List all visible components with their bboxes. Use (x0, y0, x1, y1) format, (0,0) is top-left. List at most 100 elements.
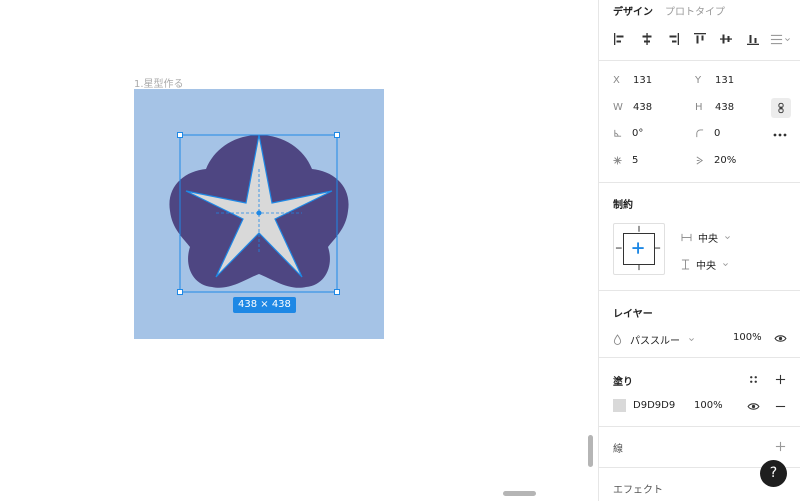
x-value[interactable]: 131 (633, 75, 652, 86)
width-field[interactable]: W 438 (613, 102, 652, 113)
add-fill-button[interactable] (773, 372, 787, 386)
w-label: W (613, 102, 623, 113)
rotation-corner-row: 0° 0 (613, 128, 793, 142)
layer-title: レイヤー (613, 309, 653, 320)
distribute-menu-button[interactable] (770, 33, 791, 46)
h-value[interactable]: 438 (715, 102, 734, 113)
styles-grid-icon (749, 375, 757, 383)
star-points-icon (613, 156, 622, 165)
h-label: H (695, 102, 703, 113)
constrain-proportions-button[interactable] (771, 98, 791, 118)
layer-row: パススルー 100% (613, 332, 793, 347)
horizontal-constraint-select[interactable]: 中央 (681, 230, 731, 245)
stroke-title: 線 (613, 444, 623, 455)
align-horizontal-center-icon (642, 33, 651, 45)
vertical-scrollbar[interactable] (588, 435, 593, 467)
eye-icon (773, 334, 787, 342)
y-field[interactable]: Y 131 (695, 75, 734, 86)
align-top-button[interactable] (691, 30, 709, 48)
align-vertical-center-button[interactable] (717, 30, 735, 48)
divider (599, 60, 800, 61)
remove-fill-button[interactable] (773, 399, 787, 413)
align-right-icon (669, 33, 679, 45)
horizontal-scrollbar[interactable] (503, 491, 536, 496)
constraint-center[interactable] (623, 233, 655, 265)
frame-label[interactable]: 1.星型作る (134, 75, 184, 90)
fill-title: 塗り (613, 377, 633, 388)
design-panel: デザイン プロトタイプ X 131 Y 131 W 438 H 438 0° 0… (598, 0, 800, 501)
panel-tabs: デザイン プロトタイプ (613, 3, 725, 18)
corner-radius-value[interactable]: 0 (714, 128, 720, 139)
resize-handle-br (334, 289, 340, 295)
layer-opacity-value[interactable]: 100% (733, 332, 762, 343)
layer-opacity-field[interactable]: 100% (733, 332, 762, 343)
divider (599, 290, 800, 291)
corner-radius-field[interactable]: 0 (695, 128, 720, 139)
position-row: X 131 Y 131 (613, 75, 793, 89)
x-label: X (613, 75, 620, 86)
vertical-constraint-select[interactable]: 中央 (681, 257, 729, 272)
help-button[interactable]: ? (760, 460, 787, 487)
resize-handle-tl (177, 132, 183, 138)
x-field[interactable]: X 131 (613, 75, 652, 86)
blend-mode-select[interactable]: パススルー (613, 332, 695, 347)
constraint-widget[interactable] (613, 223, 665, 275)
link-icon (778, 102, 784, 114)
canvas[interactable]: 1.星型作る 438 × 438 (0, 0, 598, 501)
align-top-icon (693, 33, 706, 44)
fill-visibility-button[interactable] (746, 399, 760, 413)
add-stroke-button[interactable] (773, 439, 787, 453)
align-left-icon (614, 33, 624, 45)
fill-hex-field[interactable]: D9D9D9 (633, 400, 675, 411)
vertical-constraint-icon (681, 259, 690, 270)
points-value[interactable]: 5 (632, 155, 638, 166)
fill-opacity-value[interactable]: 100% (694, 400, 723, 411)
effect-title: エフェクト (613, 485, 663, 496)
more-options-button[interactable] (773, 128, 787, 142)
ratio-value[interactable]: 20% (714, 155, 736, 166)
tab-prototype[interactable]: プロトタイプ (665, 3, 725, 18)
height-field[interactable]: H 438 (695, 102, 734, 113)
chevron-down-icon (689, 338, 694, 342)
y-label: Y (695, 75, 702, 86)
vertical-constraint-value: 中央 (696, 261, 716, 272)
align-left-button[interactable] (611, 30, 629, 48)
divider (599, 426, 800, 427)
points-field[interactable]: 5 (613, 155, 638, 166)
blend-mode-value: パススルー (630, 336, 680, 347)
divider (599, 357, 800, 358)
horizontal-constraint-value: 中央 (698, 234, 718, 245)
ratio-field[interactable]: 20% (695, 155, 736, 166)
star-props-row: 5 20% (613, 155, 793, 169)
horizontal-constraint-icon (681, 233, 692, 242)
fill-styles-button[interactable] (746, 372, 760, 386)
align-bottom-button[interactable] (744, 30, 762, 48)
resize-handle-bl (177, 289, 183, 295)
minus-icon (775, 405, 785, 407)
star-ratio-icon (696, 156, 704, 165)
rotation-icon (614, 129, 622, 137)
size-badge: 438 × 438 (233, 297, 296, 313)
tab-design[interactable]: デザイン (613, 3, 653, 18)
layer-visibility-button[interactable] (773, 331, 787, 345)
corner-radius-icon (696, 129, 704, 138)
align-bottom-icon (746, 35, 759, 45)
align-horizontal-center-button[interactable] (638, 30, 656, 48)
plus-icon (775, 441, 785, 451)
align-right-button[interactable] (664, 30, 682, 48)
rotation-field[interactable]: 0° (613, 128, 643, 139)
divider (599, 182, 800, 183)
constraints-title: 制約 (613, 200, 633, 211)
drop-icon (613, 334, 622, 345)
rotation-value[interactable]: 0° (632, 128, 643, 139)
w-value[interactable]: 438 (633, 102, 652, 113)
y-value[interactable]: 131 (715, 75, 734, 86)
chevron-down-icon (785, 37, 790, 41)
plus-icon (632, 242, 644, 254)
chevron-down-icon (723, 263, 728, 267)
fill-hex-value[interactable]: D9D9D9 (633, 400, 675, 411)
fill-opacity-field[interactable]: 100% (694, 400, 723, 411)
distribute-icon (770, 34, 783, 44)
more-icon (773, 133, 787, 137)
size-row: W 438 H 438 (613, 102, 793, 116)
